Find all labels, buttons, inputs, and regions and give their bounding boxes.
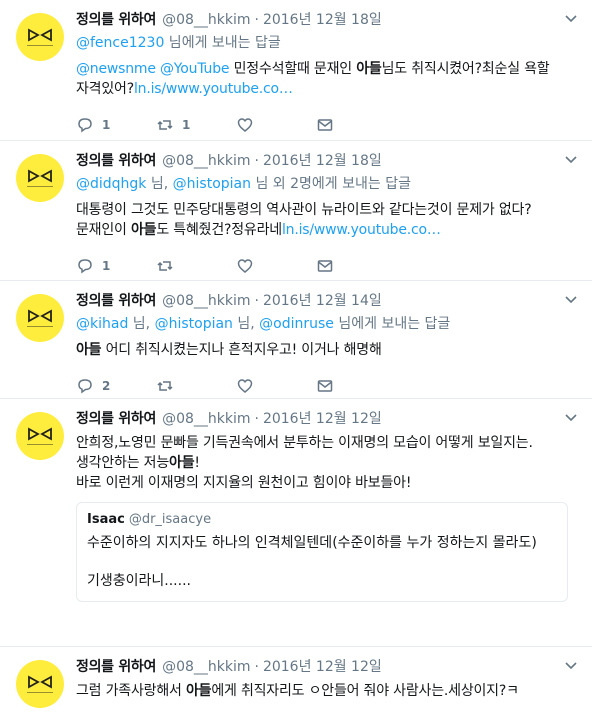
tweet-date[interactable]: 2016년 12월 12일 xyxy=(263,409,382,429)
author-handle[interactable]: @08__hkkim xyxy=(162,10,250,30)
avatar[interactable] xyxy=(16,412,64,460)
reply-count: 2 xyxy=(102,379,111,393)
dm-icon xyxy=(317,380,333,392)
reply-count: 1 xyxy=(102,118,111,132)
eyes-logo-icon xyxy=(28,427,52,441)
reply-user-link[interactable]: @kihad xyxy=(76,316,128,332)
chevron-down-icon[interactable] xyxy=(564,659,578,673)
like-button[interactable] xyxy=(236,377,316,395)
separator-dot: · xyxy=(254,153,259,169)
avatar[interactable] xyxy=(16,13,64,61)
separator-dot: · xyxy=(254,411,259,427)
like-icon xyxy=(237,118,253,132)
eyes-logo-icon xyxy=(28,169,52,183)
tweet-date[interactable]: 2016년 12월 12일 xyxy=(263,657,382,677)
eyes-logo-icon xyxy=(28,309,52,323)
reply-count: 1 xyxy=(102,259,111,273)
url-link[interactable]: ln.is/www.youtube.co… xyxy=(134,81,293,97)
avatar-caption xyxy=(27,186,53,187)
author-name[interactable]: 정의를 위하여 xyxy=(76,151,156,171)
eyes-logo-icon xyxy=(28,675,52,689)
like-icon xyxy=(237,259,253,273)
reply-user-link[interactable]: @histopian xyxy=(155,316,233,332)
tweet[interactable]: 정의를 위하여 @08__hkkim · 2016년 12월 18일 @didq… xyxy=(0,141,592,281)
replying-to: @fence1230 님에게 보내는 답글 xyxy=(76,35,281,51)
tweet-text: 아들 어디 취직시켰는지나 흔적지우고! 이거나 해명해 xyxy=(76,342,382,358)
avatar[interactable] xyxy=(16,660,64,708)
eyes-logo-icon xyxy=(28,28,52,42)
reply-user-link[interactable]: @histopian xyxy=(173,176,251,192)
like-icon xyxy=(237,379,253,393)
author-name[interactable]: 정의를 위하여 xyxy=(76,409,156,429)
like-button[interactable] xyxy=(236,257,316,275)
retweet-icon xyxy=(157,120,173,130)
dm-button[interactable] xyxy=(316,257,396,275)
retweet-icon xyxy=(157,261,173,271)
retweet-icon xyxy=(157,381,173,391)
separator-dot: · xyxy=(254,659,259,675)
retweet-button[interactable] xyxy=(156,377,236,395)
dm-icon xyxy=(317,260,333,272)
tweet-text: @newsnme @YouTube 민정수석할때 문재인 아들님도 취직시켰어?… xyxy=(76,61,550,97)
avatar-caption xyxy=(27,326,53,327)
replying-to: @kihad 님, @histopian 님, @odinruse 님에게 보내… xyxy=(76,316,451,332)
chevron-down-icon[interactable] xyxy=(564,411,578,425)
separator-dot: · xyxy=(254,12,259,28)
url-link[interactable]: ln.is/www.youtube.co… xyxy=(282,222,441,238)
quote-text: 기생충이라니...... xyxy=(87,573,191,589)
tweet-date[interactable]: 2016년 12월 14일 xyxy=(263,291,382,311)
quote-author-handle: @dr_isaacye xyxy=(128,512,212,527)
dm-button[interactable] xyxy=(316,377,396,395)
reply-button[interactable]: 1 xyxy=(76,257,156,275)
quote-text: 수준이하의 지지자도 하나의 인격체일텐데(수준이하를 누가 정하는지 몰라도) xyxy=(87,535,537,551)
reply-user-link[interactable]: @fence1230 xyxy=(76,35,164,51)
author-handle[interactable]: @08__hkkim xyxy=(162,151,250,171)
avatar-caption xyxy=(27,45,53,46)
reply-icon xyxy=(78,118,92,133)
chevron-down-icon[interactable] xyxy=(564,153,578,167)
author-handle[interactable]: @08__hkkim xyxy=(162,657,250,677)
retweet-button[interactable]: 1 xyxy=(156,116,236,134)
avatar[interactable] xyxy=(16,294,64,342)
reply-button[interactable]: 1 xyxy=(76,116,156,134)
author-handle[interactable]: @08__hkkim xyxy=(162,409,250,429)
action-bar: 1 xyxy=(76,248,580,284)
tweet-text: 안희정,노영민 문빠들 기득권속에서 분투하는 이재명의 모습이 어떻게 보일지… xyxy=(76,435,533,491)
tweet-text: 그럼 가족사랑해서 아들에게 취직자리도 ㅇ안들어 줘야 사람사는.세상이지?ㅋ xyxy=(76,683,519,699)
reply-icon xyxy=(78,259,92,274)
tweet-date[interactable]: 2016년 12월 18일 xyxy=(263,10,382,30)
tweet-date[interactable]: 2016년 12월 18일 xyxy=(263,151,382,171)
like-button[interactable] xyxy=(236,116,316,134)
separator-dot: · xyxy=(254,293,259,309)
action-bar: 1 1 xyxy=(76,107,580,143)
chevron-down-icon[interactable] xyxy=(564,293,578,307)
author-name[interactable]: 정의를 위하여 xyxy=(76,10,156,30)
dm-button[interactable] xyxy=(316,116,396,134)
reply-button[interactable]: 2 xyxy=(76,377,156,395)
author-handle[interactable]: @08__hkkim xyxy=(162,291,250,311)
quoted-tweet[interactable]: Isaac @dr_isaacye 수준이하의 지지자도 하나의 인격체일텐데(수… xyxy=(76,502,568,602)
replying-to: @didqhgk 님, @histopian 님 외 2명에게 보내는 답글 xyxy=(76,176,411,192)
tweet[interactable]: 정의를 위하여 @08__hkkim · 2016년 12월 12일 안희정,노… xyxy=(0,399,592,647)
author-name[interactable]: 정의를 위하여 xyxy=(76,291,156,311)
chevron-down-icon[interactable] xyxy=(564,12,578,26)
tweet-text: 대통령이 그것도 민주당대통령의 역사관이 뉴라이트와 같다는것이 문제가 없다… xyxy=(76,202,532,238)
avatar[interactable] xyxy=(16,154,64,202)
dm-icon xyxy=(317,119,333,131)
reply-user-link[interactable]: @odinruse xyxy=(259,316,334,332)
reply-icon xyxy=(78,379,92,394)
author-name[interactable]: 정의를 위하여 xyxy=(76,657,156,677)
reply-user-link[interactable]: @didqhgk xyxy=(76,176,146,192)
retweet-count: 1 xyxy=(182,118,191,132)
tweet[interactable]: 정의를 위하여 @08__hkkim · 2016년 12월 18일 @fenc… xyxy=(0,0,592,141)
avatar-caption xyxy=(27,692,53,693)
mention-links[interactable]: @newsnme @YouTube xyxy=(76,61,230,77)
quote-author-name: Isaac xyxy=(87,512,125,527)
tweet[interactable]: 정의를 위하여 @08__hkkim · 2016년 12월 12일 그럼 가족… xyxy=(0,647,592,712)
avatar-caption xyxy=(27,444,53,445)
tweet[interactable]: 정의를 위하여 @08__hkkim · 2016년 12월 14일 @kiha… xyxy=(0,281,592,399)
retweet-button[interactable] xyxy=(156,257,236,275)
